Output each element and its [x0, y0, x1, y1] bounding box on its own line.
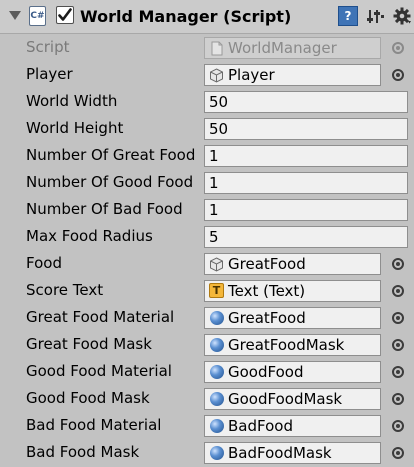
property-row: Food GreatFood: [0, 250, 414, 277]
great-food-mask-label: Great Food Mask: [26, 335, 152, 353]
good-food-mask-label: Good Food Mask: [26, 389, 150, 407]
world-height-label: World Height: [26, 119, 124, 137]
player-label: Player: [26, 65, 73, 83]
number-of-bad-food-label: Number Of Bad Food: [26, 200, 183, 218]
world-width-value: 50: [209, 93, 229, 111]
good-food-mask-value: GoodFoodMask: [228, 390, 343, 408]
bad-food-material-object-field[interactable]: BadFood: [204, 415, 381, 437]
script-object-field: WorldManager: [204, 37, 381, 59]
material-sphere-icon: [210, 338, 224, 352]
number-of-bad-food-input[interactable]: 1: [204, 199, 408, 221]
help-book-icon[interactable]: ?: [338, 6, 358, 26]
material-sphere-icon: [210, 392, 224, 406]
object-picker-icon[interactable]: [392, 312, 404, 324]
object-picker-icon[interactable]: [392, 339, 404, 351]
world-width-input[interactable]: 50: [204, 91, 408, 113]
material-sphere-icon: [210, 419, 224, 433]
cube-icon: [209, 257, 224, 272]
property-row: Number Of Bad Food 1: [0, 196, 414, 223]
max-food-radius-value: 5: [209, 228, 219, 246]
property-row: Great Food Mask GreatFoodMask: [0, 331, 414, 358]
number-of-great-food-value: 1: [209, 147, 219, 165]
score-text-object-field[interactable]: T Text (Text): [204, 280, 381, 302]
good-food-mask-object-field[interactable]: GoodFoodMask: [204, 388, 381, 410]
property-row: Number Of Good Food 1: [0, 169, 414, 196]
gear-icon[interactable]: [392, 6, 412, 26]
script-value: WorldManager: [228, 39, 337, 57]
object-picker-icon[interactable]: [392, 420, 404, 432]
world-height-value: 50: [209, 120, 229, 138]
object-picker-icon[interactable]: [392, 447, 404, 459]
good-food-material-value: GoodFood: [228, 363, 304, 381]
script-label: Script: [26, 38, 70, 56]
world-width-label: World Width: [26, 92, 118, 110]
great-food-material-label: Great Food Material: [26, 308, 175, 326]
max-food-radius-input[interactable]: 5: [204, 226, 408, 248]
great-food-material-value: GreatFood: [228, 309, 306, 327]
bad-food-mask-object-field[interactable]: BadFoodMask: [204, 442, 381, 464]
material-sphere-icon: [210, 446, 224, 460]
great-food-material-object-field[interactable]: GreatFood: [204, 307, 381, 329]
player-object-field[interactable]: Player: [204, 64, 381, 86]
number-of-bad-food-value: 1: [209, 201, 219, 219]
inspector-component-panel: C# World Manager (Script) ? Script World…: [0, 0, 414, 467]
score-text-value: Text (Text): [228, 282, 306, 300]
property-row: Good Food Material GoodFood: [0, 358, 414, 385]
object-picker-icon[interactable]: [392, 366, 404, 378]
good-food-material-label: Good Food Material: [26, 362, 172, 380]
presets-icon[interactable]: [366, 6, 386, 26]
object-picker-icon[interactable]: [392, 285, 404, 297]
food-value: GreatFood: [228, 255, 306, 273]
enabled-checkbox[interactable]: [56, 6, 74, 24]
component-title: World Manager (Script): [80, 7, 292, 26]
material-sphere-icon: [210, 365, 224, 379]
number-of-good-food-value: 1: [209, 174, 219, 192]
number-of-great-food-label: Number Of Great Food: [26, 146, 196, 164]
csharp-script-icon: C#: [29, 6, 46, 26]
property-row: Score Text T Text (Text): [0, 277, 414, 304]
number-of-good-food-label: Number Of Good Food: [26, 173, 194, 191]
world-height-input[interactable]: 50: [204, 118, 408, 140]
component-header[interactable]: C# World Manager (Script) ?: [0, 0, 414, 34]
property-row: Script WorldManager: [0, 34, 414, 61]
property-row: Bad Food Mask BadFoodMask: [0, 439, 414, 466]
object-picker-icon[interactable]: [392, 393, 404, 405]
object-picker-icon: [392, 42, 404, 54]
number-of-good-food-input[interactable]: 1: [204, 172, 408, 194]
script-file-icon: [209, 41, 224, 56]
object-picker-icon[interactable]: [392, 258, 404, 270]
bad-food-mask-label: Bad Food Mask: [26, 443, 140, 461]
cube-icon: [209, 68, 224, 83]
food-label: Food: [26, 254, 62, 272]
property-row: Number Of Great Food 1: [0, 142, 414, 169]
object-picker-icon[interactable]: [392, 69, 404, 81]
property-row: Great Food Material GreatFood: [0, 304, 414, 331]
foldout-arrow-icon[interactable]: [9, 11, 21, 20]
number-of-great-food-input[interactable]: 1: [204, 145, 408, 167]
great-food-mask-object-field[interactable]: GreatFoodMask: [204, 334, 381, 356]
property-row: Player Player: [0, 61, 414, 88]
score-text-label: Score Text: [26, 281, 104, 299]
bad-food-material-value: BadFood: [228, 417, 293, 435]
property-row: World Height 50: [0, 115, 414, 142]
property-row: World Width 50: [0, 88, 414, 115]
property-row: Bad Food Material BadFood: [0, 412, 414, 439]
bad-food-material-label: Bad Food Material: [26, 416, 162, 434]
food-object-field[interactable]: GreatFood: [204, 253, 381, 275]
good-food-material-object-field[interactable]: GoodFood: [204, 361, 381, 383]
text-icon: T: [209, 283, 224, 298]
great-food-mask-value: GreatFoodMask: [228, 336, 345, 354]
player-value: Player: [228, 66, 275, 84]
bad-food-mask-value: BadFoodMask: [228, 444, 332, 462]
property-row: Max Food Radius 5: [0, 223, 414, 250]
material-sphere-icon: [210, 311, 224, 325]
checkmark-icon: [58, 8, 72, 21]
max-food-radius-label: Max Food Radius: [26, 227, 153, 245]
property-row: Good Food Mask GoodFoodMask: [0, 385, 414, 412]
